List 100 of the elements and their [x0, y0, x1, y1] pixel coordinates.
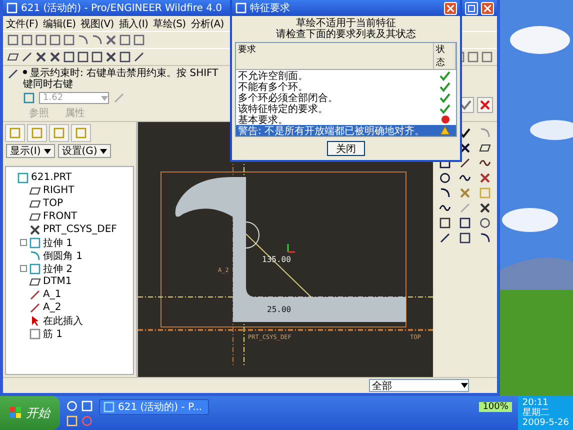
tree-item[interactable]: 倒圆角 1: [8, 249, 131, 262]
toolbar-icon[interactable]: [105, 51, 117, 63]
toolbar-icon[interactable]: [119, 34, 131, 46]
tree-item[interactable]: A_2: [8, 301, 131, 314]
tree-item[interactable]: FRONT: [8, 210, 131, 223]
tree-item-label: 筋 1: [43, 328, 63, 340]
start-button[interactable]: 开始: [0, 396, 60, 430]
expand-toggle[interactable]: [20, 265, 27, 272]
panel-tab[interactable]: [5, 124, 25, 142]
requirement-row[interactable]: 不允许空剖面。: [236, 70, 456, 81]
undo-icon[interactable]: [77, 34, 89, 46]
close-icon: [484, 4, 491, 12]
message-text: 显示约束时: 右键单击禁用约束。按 SHIFT 键同时右键: [23, 68, 220, 90]
toolbar-icon[interactable]: [91, 51, 103, 63]
arc-icon[interactable]: [479, 232, 491, 244]
toolbar-icon[interactable]: [63, 34, 75, 46]
requirement-row[interactable]: 基本要求。: [236, 114, 456, 125]
menu-item[interactable]: 文件(F): [6, 16, 38, 30]
toolbar-icon[interactable]: [133, 51, 145, 63]
toolbar-icon[interactable]: [133, 34, 145, 46]
parallelogram-icon[interactable]: [479, 142, 491, 154]
panel-tab[interactable]: [49, 124, 69, 142]
menu-item[interactable]: 编辑(E): [43, 16, 76, 30]
close-dialog-button[interactable]: 关闭: [327, 141, 365, 156]
rectangle-icon[interactable]: [439, 216, 451, 228]
check-icon[interactable]: [439, 80, 451, 92]
requirement-row[interactable]: 警告: 不是所有开放端都已被明确地对齐。: [236, 125, 456, 136]
tree-item[interactable]: 在此插入: [8, 314, 131, 327]
toolbar-icon[interactable]: [49, 51, 61, 63]
toolbar-icon[interactable]: [21, 34, 33, 46]
tree-item[interactable]: PRT_CSYS_DEF: [8, 223, 131, 236]
toolbar-icon[interactable]: [119, 51, 131, 63]
datum-plane-icon[interactable]: [29, 184, 41, 196]
requirement-row[interactable]: 不能有多个环。: [236, 81, 456, 92]
tree-item[interactable]: RIGHT: [8, 184, 131, 197]
datum-plane-icon[interactable]: [29, 198, 41, 210]
undo-icon[interactable]: [91, 34, 103, 46]
panel-tab[interactable]: [27, 124, 47, 142]
toolbar-icon[interactable]: [21, 51, 33, 63]
line-icon[interactable]: [439, 232, 451, 244]
tree-item-label: RIGHT: [43, 185, 74, 196]
menu-item[interactable]: 草绘(S): [153, 16, 186, 30]
tree-item[interactable]: TOP: [8, 197, 131, 210]
tree-menu-button[interactable]: 显示(I): [6, 144, 55, 158]
line-icon[interactable]: [459, 156, 471, 168]
caret-icon: [461, 383, 468, 388]
close-button[interactable]: [481, 2, 494, 14]
circle-icon[interactable]: [479, 216, 491, 228]
datum-plane-icon[interactable]: [29, 276, 41, 288]
dialog-message: 请检查下面的要求列表及其状态: [276, 29, 416, 40]
expand-toggle[interactable]: [20, 239, 27, 246]
requirement-row[interactable]: 该特征特定的要求。: [236, 103, 456, 114]
dialog-message: 草绘不适用于当前特征: [296, 18, 396, 29]
axis-icon[interactable]: [29, 302, 41, 314]
check-icon[interactable]: [439, 92, 451, 104]
tree-item[interactable]: 拉伸 2: [8, 262, 131, 275]
requirement-row[interactable]: 多个环必须全部闭合。: [236, 92, 456, 103]
window-title: 621 (活动的) - Pro/ENGINEER Wildfire 4.0: [21, 2, 222, 15]
insert-arrow-icon[interactable]: [29, 314, 41, 326]
view-box-icon[interactable]: [481, 51, 493, 63]
rectangle-icon[interactable]: [459, 232, 471, 244]
toolbar-icon[interactable]: [35, 34, 47, 46]
column-header: 要求: [236, 43, 434, 69]
tree-item[interactable]: 拉伸 1: [8, 236, 131, 249]
tree-item[interactable]: A_1: [8, 288, 131, 301]
close-button[interactable]: [444, 2, 457, 14]
axis-icon[interactable]: [29, 288, 41, 300]
view-box-icon[interactable]: [467, 51, 479, 63]
datum-plane-icon[interactable]: [29, 210, 41, 222]
toolbar-icon[interactable]: [77, 51, 89, 63]
arc-icon[interactable]: [439, 186, 451, 198]
taskbar-task[interactable]: 621 (活动的) - P...: [99, 399, 209, 415]
menu-item[interactable]: 分析(A): [190, 16, 224, 30]
tree-item[interactable]: 筋 1: [8, 327, 131, 340]
menu-item[interactable]: 插入(I): [118, 16, 148, 30]
toolbar-icon[interactable]: [49, 34, 61, 46]
tree-item-label: 621.PRT: [31, 172, 72, 183]
toolbar-icon[interactable]: [7, 51, 19, 63]
tree-menu-button[interactable]: 设置(G): [58, 144, 112, 158]
toolbar-icon[interactable]: [7, 34, 19, 46]
filter-dropdown[interactable]: 全部: [369, 379, 469, 392]
check-icon[interactable]: [439, 102, 451, 114]
caret-icon: [44, 148, 51, 154]
tree-item[interactable]: DTM1: [8, 275, 131, 288]
panel-tab[interactable]: [71, 124, 91, 142]
circle-icon[interactable]: [439, 172, 451, 184]
round-icon[interactable]: [29, 250, 41, 262]
menu-item[interactable]: 视图(V): [80, 16, 114, 30]
toolbar-icon[interactable]: [35, 51, 47, 63]
tree-item-label: 在此插入: [43, 314, 83, 328]
check-icon[interactable]: [439, 70, 451, 82]
tree-item[interactable]: 621.PRT: [8, 171, 131, 184]
toolbar-icon[interactable]: [63, 51, 75, 63]
x-icon[interactable]: [459, 142, 471, 154]
dimension-text[interactable]: 25.00: [267, 305, 292, 314]
check-icon[interactable]: [459, 126, 471, 138]
clock-text: 20:11: [522, 398, 550, 408]
tree-item-label: A_2: [43, 302, 62, 313]
x-icon[interactable]: [479, 202, 491, 214]
maximize-button[interactable]: [465, 2, 478, 14]
